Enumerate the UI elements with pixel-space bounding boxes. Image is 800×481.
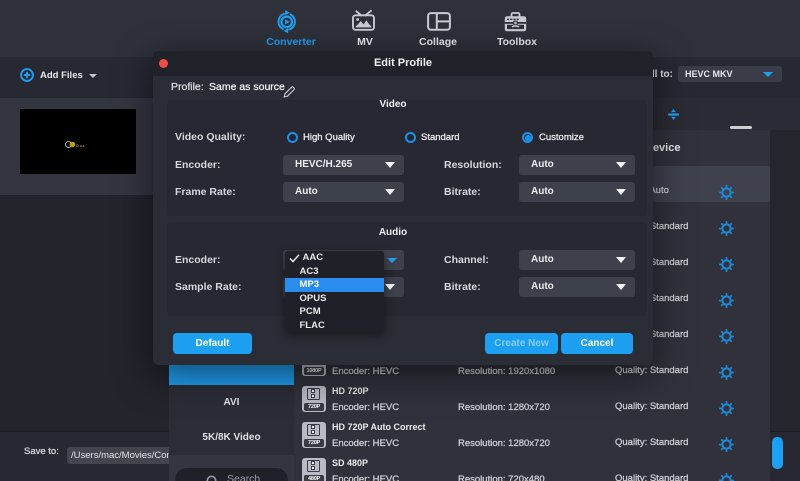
svg-text:D.ua: D.ua (76, 143, 85, 148)
